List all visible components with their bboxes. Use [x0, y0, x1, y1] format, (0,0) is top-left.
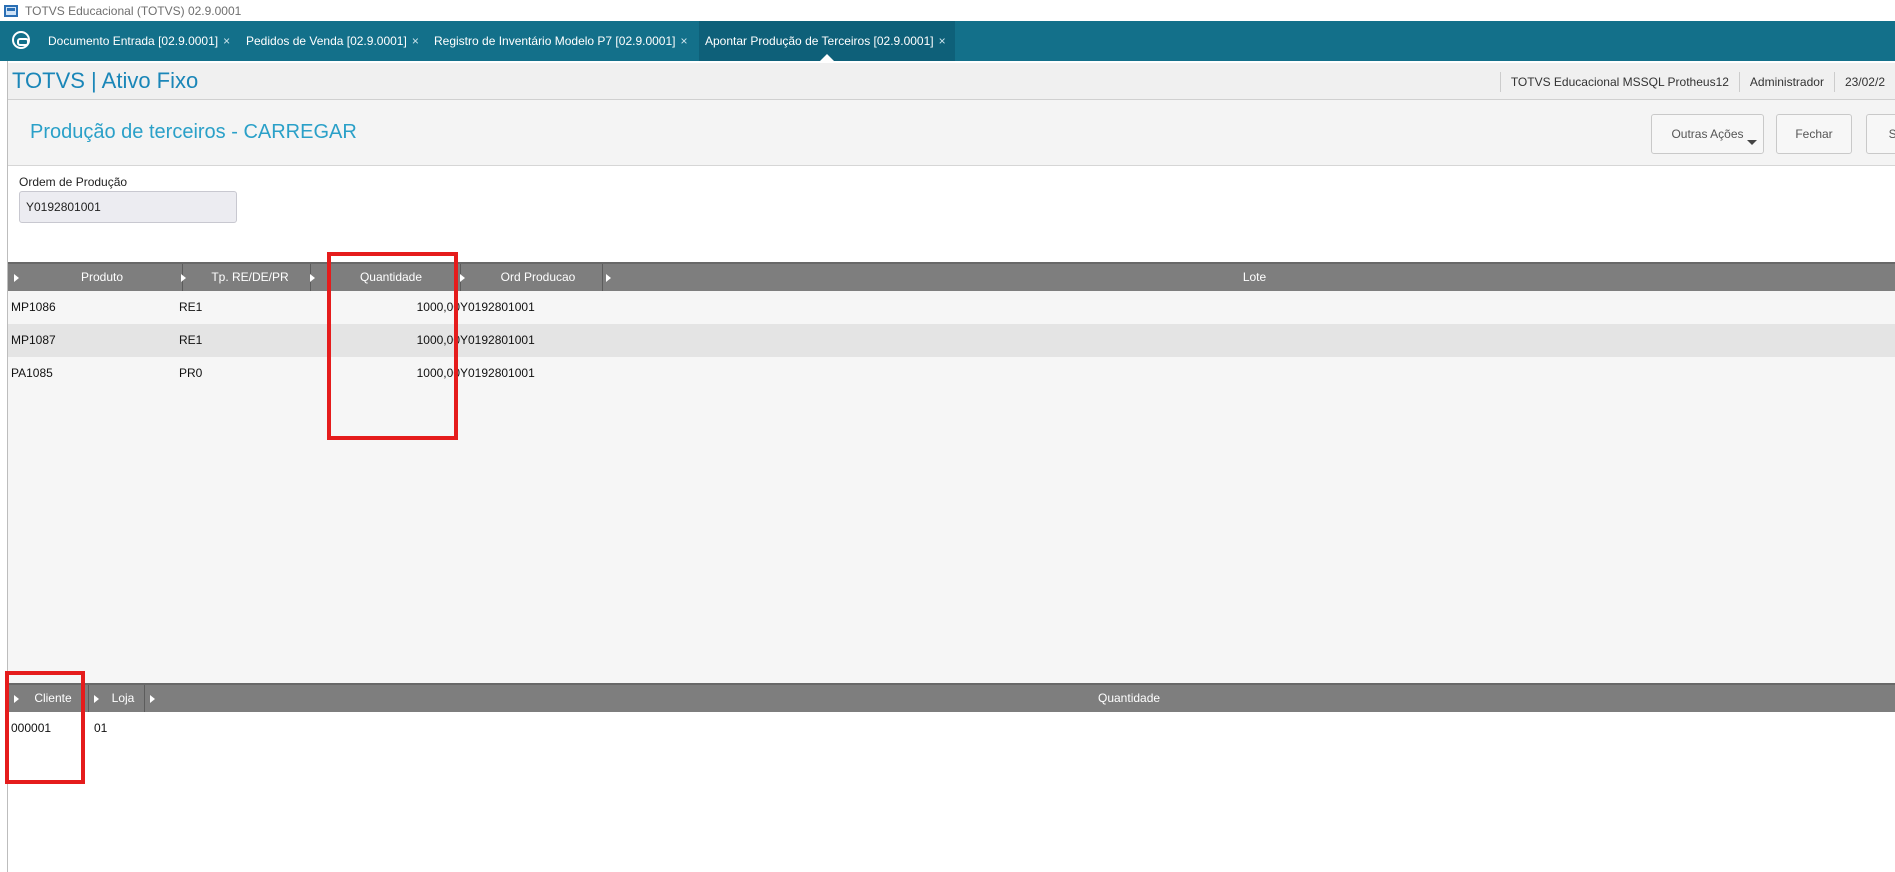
column-arrow-icon[interactable] — [150, 695, 155, 703]
column-header-quantidade[interactable]: Quantidade — [158, 685, 1895, 712]
column-header-produto[interactable]: Produto — [22, 264, 182, 291]
column-arrow-icon[interactable] — [606, 274, 611, 282]
cell-produto: MP1087 — [11, 333, 56, 347]
column-arrow-icon[interactable] — [181, 274, 186, 282]
cell-produto: MP1086 — [11, 300, 56, 314]
order-field-label: Ordem de Produção — [19, 175, 128, 189]
items-grid: Produto Tp. RE/DE/PR Quantidade Ord Prod… — [8, 262, 1895, 683]
highlight-box-quantidade — [327, 252, 458, 440]
tab-registro-inventario[interactable]: Registro de Inventário Modelo P7 [02.9.0… — [428, 21, 688, 61]
clients-grid-header: Cliente Loja Quantidade — [8, 683, 1895, 712]
column-header-loja[interactable]: Loja — [102, 685, 144, 712]
chevron-down-icon — [1747, 140, 1757, 145]
window-title: TOTVS Educacional (TOTVS) 02.9.0001 — [25, 3, 242, 18]
save-button[interactable]: Sa — [1866, 114, 1895, 154]
highlight-box-cliente — [5, 671, 85, 784]
column-separator — [144, 685, 145, 712]
tab-bar: Documento Entrada [02.9.0001] × Pedidos … — [0, 21, 1895, 61]
column-separator — [602, 264, 603, 291]
table-row[interactable]: MP1086 RE1 1000,00 Y0192801001 — [8, 291, 1895, 324]
cell-loja: 01 — [94, 721, 108, 735]
table-row[interactable]: 000001 01 — [8, 712, 1895, 745]
cell-produto: PA1085 — [11, 366, 53, 380]
column-arrow-icon[interactable] — [310, 274, 315, 282]
clients-grid: Cliente Loja Quantidade 000001 01 — [8, 683, 1895, 872]
column-header-tp[interactable]: Tp. RE/DE/PR — [190, 264, 310, 291]
tab-close-icon[interactable]: × — [223, 34, 230, 48]
tab-label: Pedidos de Venda [02.9.0001] — [246, 34, 407, 48]
tab-pedidos-de-venda[interactable]: Pedidos de Venda [02.9.0001] × — [240, 21, 419, 61]
more-actions-label: Outras Ações — [1671, 127, 1744, 141]
environment-label: TOTVS Educacional MSSQL Protheus12 — [1499, 71, 1739, 92]
page-header: Produção de terceiros - CARREGAR Outras … — [8, 100, 1895, 166]
cell-tp: RE1 — [179, 300, 203, 314]
cell-ord-producao: Y0192801001 — [460, 300, 535, 314]
home-icon[interactable] — [12, 31, 30, 49]
cell-ord-producao: Y0192801001 — [460, 366, 535, 380]
table-row[interactable]: MP1087 RE1 1000,00 Y0192801001 — [8, 324, 1895, 357]
brand-title: TOTVS | Ativo Fixo — [12, 68, 199, 93]
tab-close-icon[interactable]: × — [681, 34, 688, 48]
column-separator — [88, 685, 89, 712]
tab-label: Registro de Inventário Modelo P7 [02.9.0… — [434, 34, 676, 48]
tab-documento-entrada[interactable]: Documento Entrada [02.9.0001] × — [42, 21, 230, 61]
tab-close-icon[interactable]: × — [939, 34, 946, 48]
cell-tp: PR0 — [179, 366, 203, 380]
tab-label: Apontar Produção de Terceiros [02.9.0001… — [705, 34, 934, 48]
tab-label: Documento Entrada [02.9.0001] — [48, 34, 219, 48]
column-arrow-icon[interactable] — [94, 695, 99, 703]
column-header-ord-producao[interactable]: Ord Producao — [468, 264, 608, 291]
column-arrow-icon[interactable] — [460, 274, 465, 282]
date-label: 23/02/2 — [1833, 71, 1895, 92]
table-row[interactable]: PA1085 PR0 1000,00 Y0192801001 — [8, 357, 1895, 390]
more-actions-button[interactable]: Outras Ações — [1651, 114, 1764, 154]
order-field[interactable]: Y0192801001 — [19, 191, 237, 223]
app-header: TOTVS | Ativo Fixo TOTVS Educacional MSS… — [8, 63, 1895, 100]
column-header-lote[interactable]: Lote — [614, 264, 1895, 291]
column-arrow-icon[interactable] — [14, 274, 19, 282]
cell-tp: RE1 — [179, 333, 203, 347]
tab-apontar-producao-terceiros[interactable]: Apontar Produção de Terceiros [02.9.0001… — [699, 21, 955, 61]
window-titlebar: TOTVS Educacional (TOTVS) 02.9.0001 — [0, 0, 1895, 21]
cell-ord-producao: Y0192801001 — [460, 333, 535, 347]
header-info: TOTVS Educacional MSSQL Protheus12 Admin… — [1499, 63, 1895, 100]
user-label: Administrador — [1738, 71, 1834, 92]
page-title: Produção de terceiros - CARREGAR — [30, 121, 357, 143]
save-label: Sa — [1888, 127, 1895, 141]
close-label: Fechar — [1795, 127, 1833, 141]
close-button[interactable]: Fechar — [1776, 114, 1852, 154]
order-form: Ordem de Produção Y0192801001 — [8, 166, 1895, 262]
app-icon — [4, 4, 18, 17]
items-grid-header: Produto Tp. RE/DE/PR Quantidade Ord Prod… — [8, 262, 1895, 291]
tab-close-icon[interactable]: × — [412, 34, 419, 48]
